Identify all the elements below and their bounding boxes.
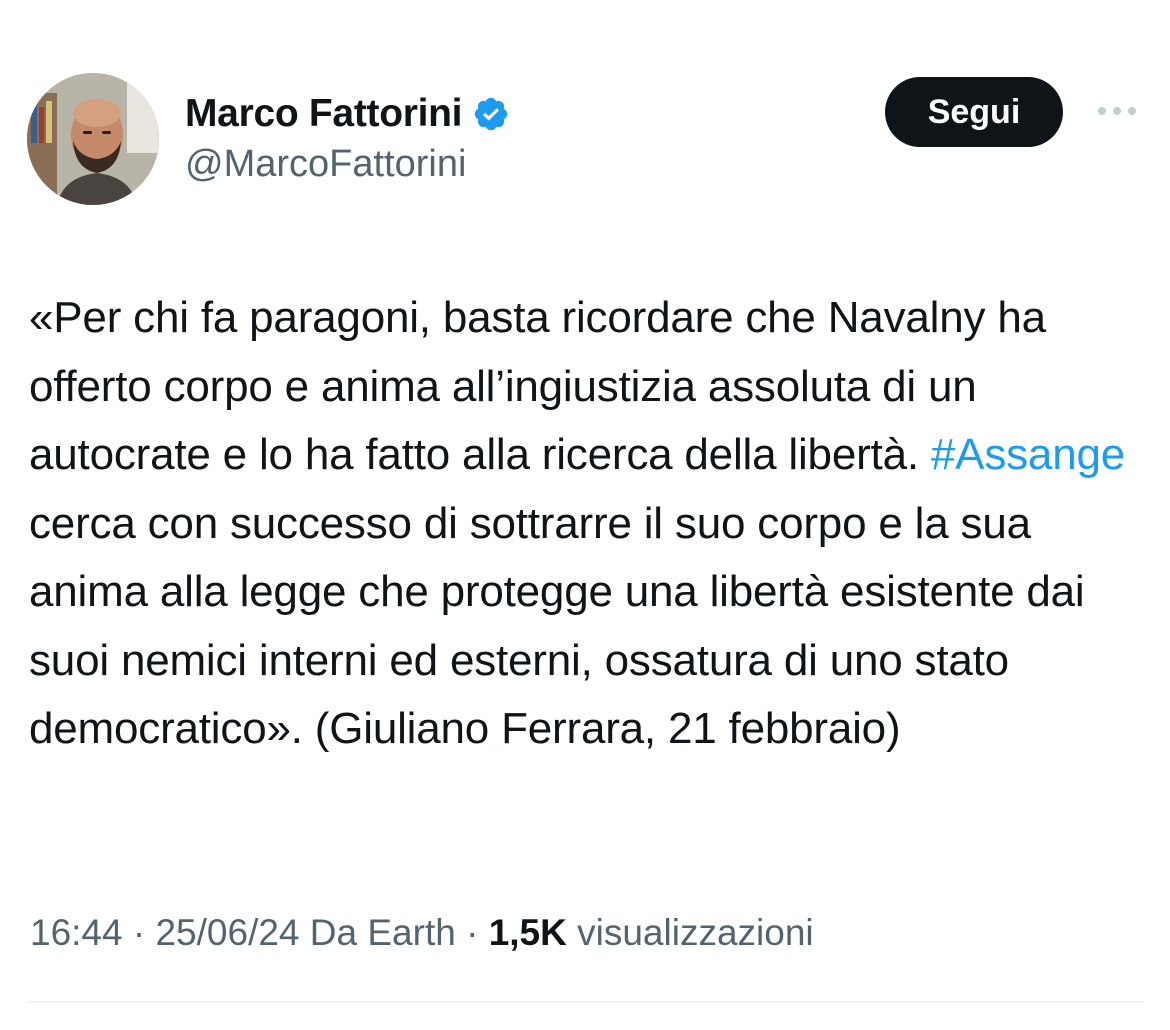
hashtag-link[interactable]: #Assange [931, 430, 1125, 479]
tweet-time[interactable]: 16:44 [30, 912, 123, 953]
tweet-text-part-2: cerca con successo di sottrarre il suo c… [29, 498, 1085, 754]
views-label: visualizzazioni [566, 912, 814, 953]
views-count: 1,5K [488, 912, 567, 953]
tweet-source: Da Earth [299, 912, 456, 953]
author-display-name[interactable]: Marco Fattorini [185, 92, 462, 136]
avatar-photo [27, 73, 159, 205]
tweet-date[interactable]: 25/06/24 [155, 912, 299, 953]
meta-separator-2: · [455, 912, 489, 953]
follow-button[interactable]: Segui [885, 77, 1063, 147]
more-options-icon[interactable] [1094, 96, 1140, 126]
author-avatar[interactable] [27, 73, 159, 205]
tweet-text-part-1: «Per chi fa paragoni, basta ricordare ch… [29, 293, 1046, 479]
verified-badge-icon [474, 97, 508, 131]
tweet-card: Marco Fattorini @MarcoFattorini Segui «P… [0, 0, 1170, 1030]
tweet-text: «Per chi fa paragoni, basta ricordare ch… [29, 284, 1154, 764]
author-handle[interactable]: @MarcoFattorini [185, 143, 466, 186]
tweet-meta: 16:44 · 25/06/24 Da Earth · 1,5K visuali… [30, 912, 814, 954]
meta-separator: · [122, 912, 156, 953]
author-name-row: Marco Fattorini [185, 88, 510, 140]
divider [27, 1001, 1143, 1003]
